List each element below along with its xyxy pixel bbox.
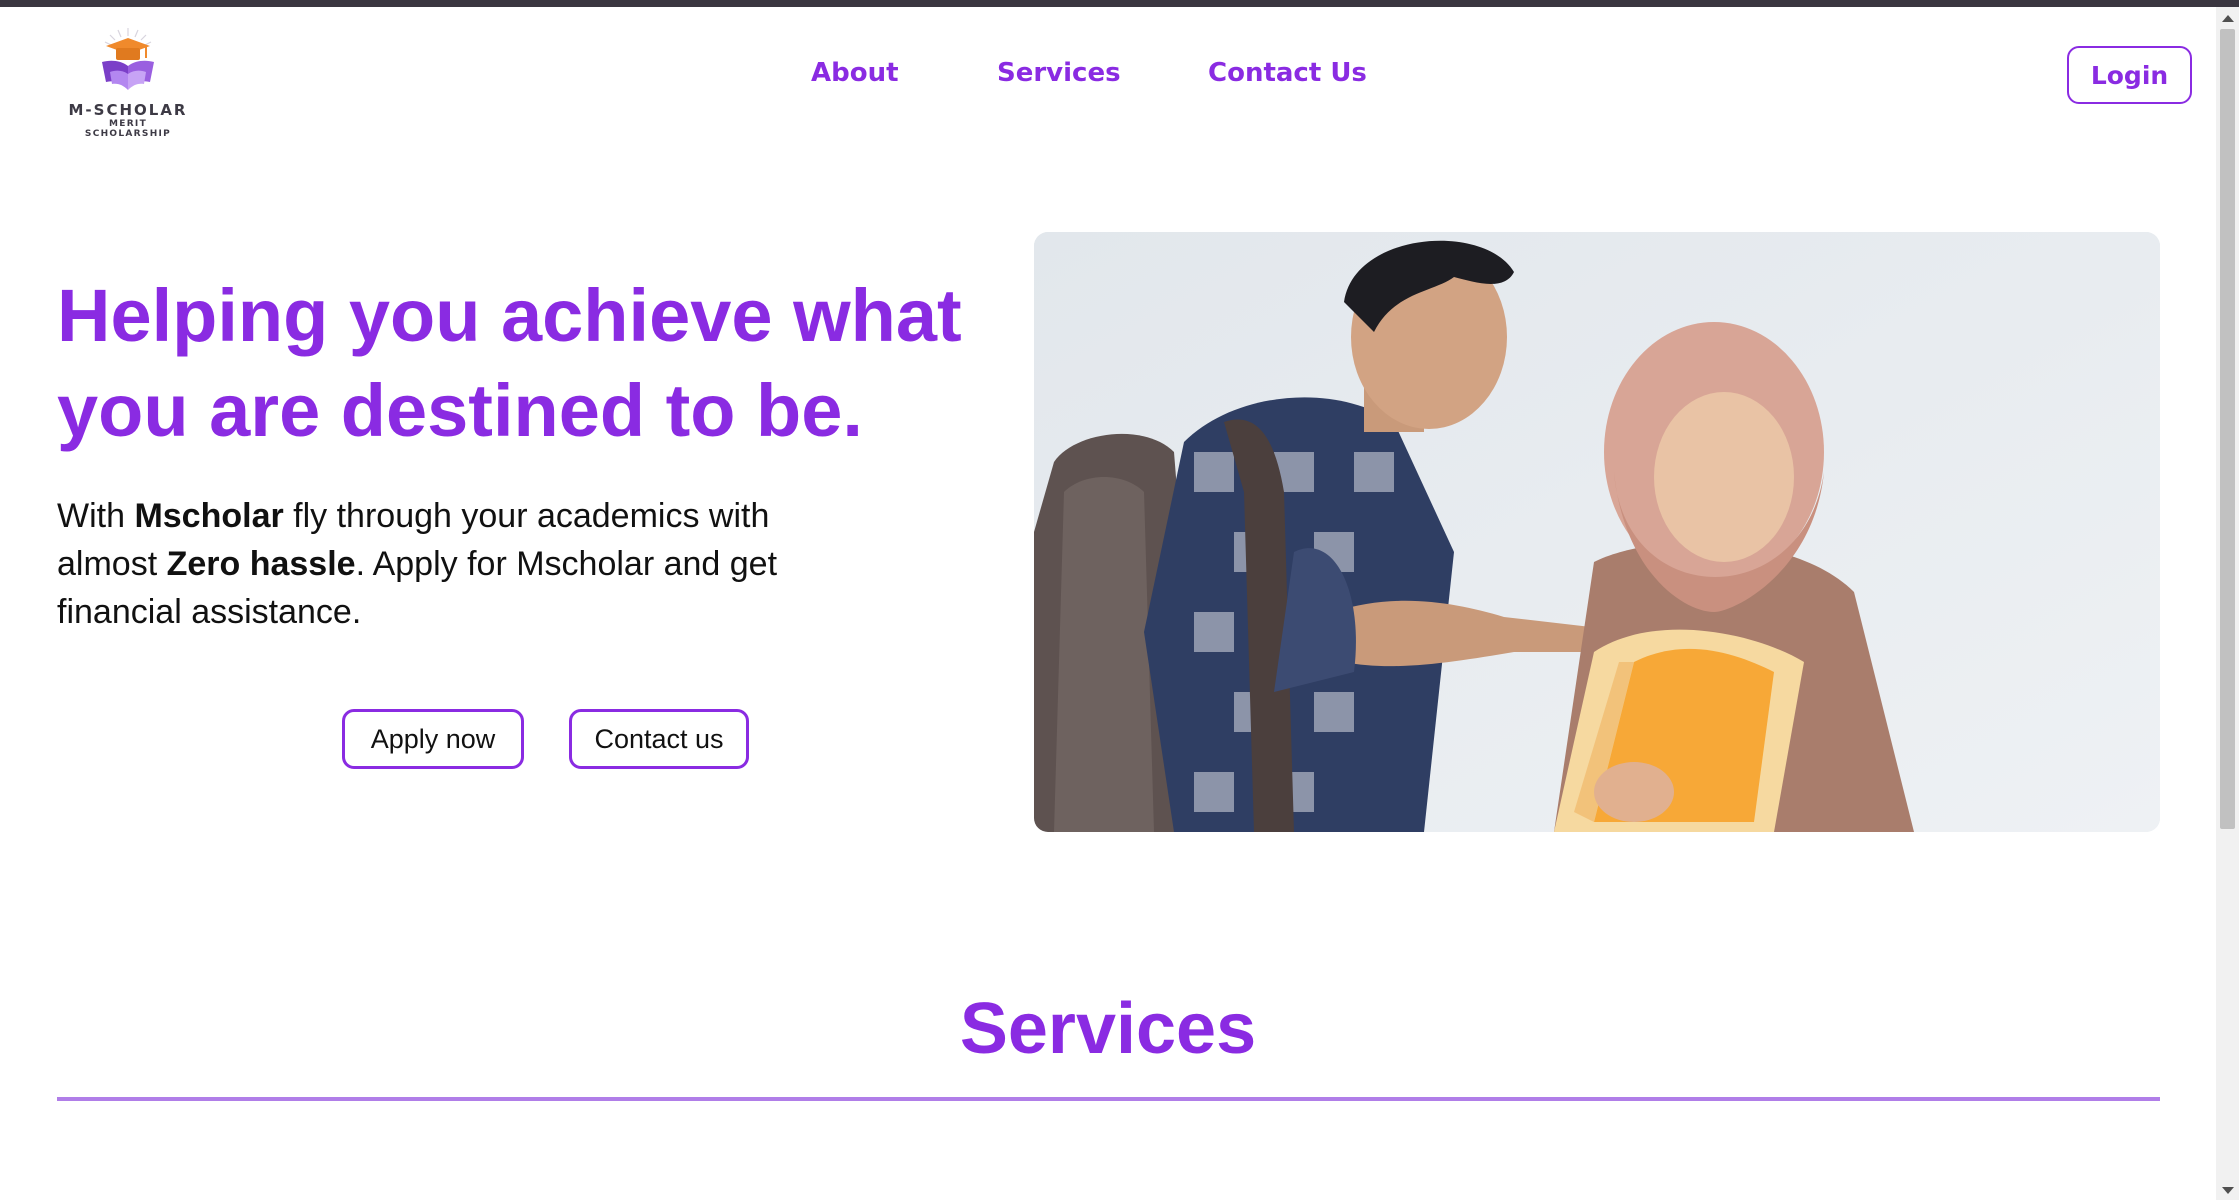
logo-title: M-SCHOLAR xyxy=(68,101,188,119)
hero-title: Helping you achieve what you are destine… xyxy=(57,268,997,458)
logo-subtitle: MERIT SCHOLARSHIP xyxy=(84,119,172,139)
hero-students-image xyxy=(1034,232,2160,832)
browser-top-strip xyxy=(0,0,2239,7)
hero-desc-text-1: With xyxy=(57,497,135,535)
scroll-up-arrow-icon[interactable] xyxy=(2222,15,2234,22)
graduation-cap-logo-icon xyxy=(102,28,154,90)
login-button[interactable]: Login xyxy=(2067,46,2192,104)
hero-desc-brand: Mscholar xyxy=(134,497,284,535)
contact-us-button[interactable]: Contact us xyxy=(569,709,749,769)
hero-title-line-1: Helping you achieve what xyxy=(57,274,962,357)
hero-description: With Mscholar fly through your academics… xyxy=(57,492,817,636)
page-scrollbar[interactable] xyxy=(2216,7,2239,1200)
nav-contact-us-link[interactable]: Contact Us xyxy=(1208,58,1367,88)
services-heading: Services xyxy=(959,989,1257,1069)
nav-about-link[interactable]: About xyxy=(811,58,899,88)
nav-services-link[interactable]: Services xyxy=(997,58,1121,88)
apply-now-button[interactable]: Apply now xyxy=(342,709,524,769)
scrollbar-thumb[interactable] xyxy=(2220,29,2235,829)
hero-title-line-2: you are destined to be. xyxy=(57,369,863,452)
scroll-down-arrow-icon[interactable] xyxy=(2222,1187,2234,1194)
hero-desc-highlight: Zero hassle xyxy=(166,545,356,583)
services-divider xyxy=(57,1097,2160,1101)
logo[interactable]: M-SCHOLAR MERIT SCHOLARSHIP xyxy=(66,26,190,139)
